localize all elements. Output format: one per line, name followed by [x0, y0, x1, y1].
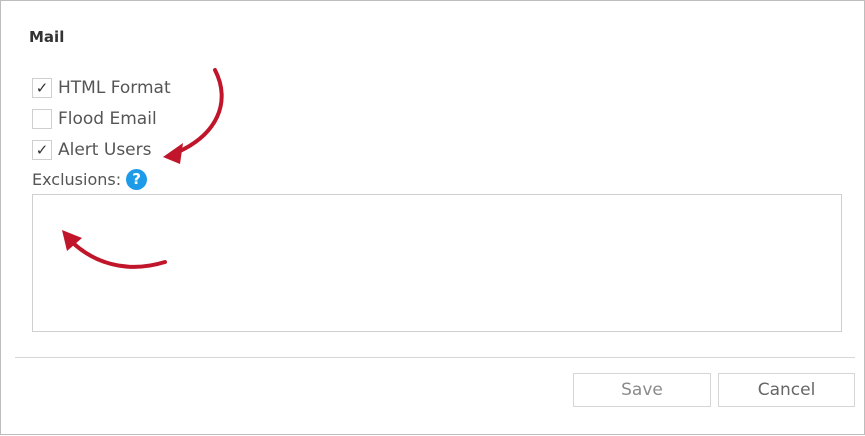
- option-flood-email[interactable]: Flood Email: [32, 107, 157, 131]
- section-title: Mail: [29, 28, 65, 46]
- cancel-button[interactable]: Cancel: [718, 373, 855, 407]
- save-button[interactable]: Save: [573, 373, 711, 407]
- option-alert-users[interactable]: ✓ Alert Users: [32, 138, 151, 162]
- checkmark-icon: ✓: [35, 140, 49, 159]
- option-label: HTML Format: [58, 78, 171, 98]
- option-label: Alert Users: [58, 140, 152, 160]
- help-icon[interactable]: ?: [126, 168, 148, 190]
- checkbox-flood-email[interactable]: [32, 109, 52, 129]
- exclusions-label-row: Exclusions: ?: [32, 167, 148, 191]
- checkbox-html-format[interactable]: ✓: [32, 78, 52, 98]
- exclusions-label: Exclusions:: [32, 169, 122, 189]
- exclusions-textarea[interactable]: [32, 194, 842, 332]
- annotation-arrow-top: [163, 68, 224, 164]
- option-label: Flood Email: [58, 109, 157, 129]
- checkmark-icon: ✓: [35, 78, 49, 97]
- checkbox-alert-users[interactable]: ✓: [32, 140, 52, 160]
- option-html-format[interactable]: ✓ HTML Format: [32, 76, 171, 100]
- mail-settings-panel: Mail ✓ HTML Format Flood Email ✓ Alert U…: [0, 0, 865, 435]
- footer-divider: [15, 357, 855, 358]
